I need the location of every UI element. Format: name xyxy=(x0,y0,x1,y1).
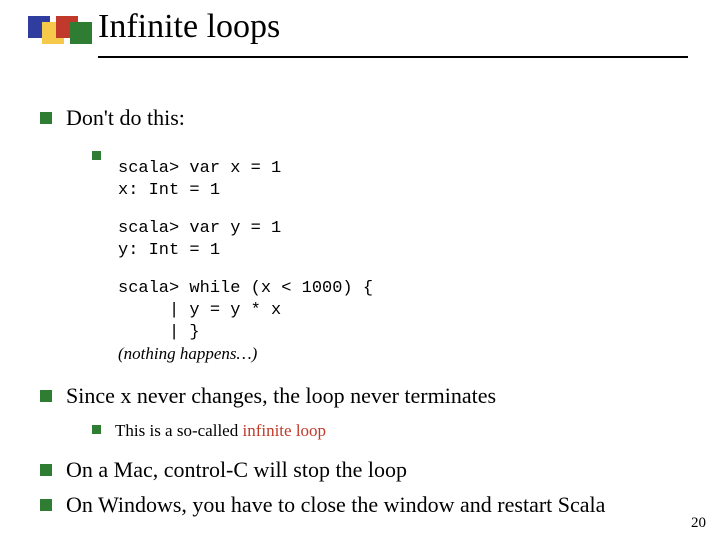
bullet-icon xyxy=(92,151,101,160)
bullet-windows: On Windows, you have to close the window… xyxy=(40,491,690,519)
bullet-infinite-loop: This is a so-called infinite loop xyxy=(92,420,690,442)
bullet-text: Don't do this: xyxy=(66,104,185,132)
logo-square-green xyxy=(70,22,92,44)
page-number: 20 xyxy=(691,515,706,532)
code-nothing-happens: (nothing happens…) xyxy=(118,344,690,364)
title-underline xyxy=(98,56,688,58)
code-block-1: scala> var x = 1 x: Int = 1 xyxy=(118,158,690,202)
slide-body: Don't do this: scala> var x = 1 x: Int =… xyxy=(40,96,690,519)
bullet-text: On a Mac, control-C will stop the loop xyxy=(66,456,407,484)
bullet-text-pre: This is a so-called xyxy=(115,421,242,440)
bullet-icon xyxy=(40,464,52,476)
slide-title: Infinite loops xyxy=(98,8,280,46)
bullet-icon xyxy=(40,499,52,511)
code-block-3: scala> while (x < 1000) { | y = y * x | … xyxy=(118,278,690,344)
bullet-text: Since x never changes, the loop never te… xyxy=(66,382,496,410)
bullet-text: This is a so-called infinite loop xyxy=(115,420,326,442)
bullet-dont-do-this: Don't do this: xyxy=(40,104,690,132)
logo xyxy=(28,16,84,52)
bullet-mac: On a Mac, control-C will stop the loop xyxy=(40,456,690,484)
slide: Infinite loops Don't do this: scala> var… xyxy=(0,0,720,540)
bullet-icon xyxy=(40,390,52,402)
bullet-text-red: infinite loop xyxy=(242,421,326,440)
bullet-text: On Windows, you have to close the window… xyxy=(66,491,605,519)
code-block-2: scala> var y = 1 y: Int = 1 xyxy=(118,218,690,262)
bullet-icon xyxy=(40,112,52,124)
bullet-never-terminates: Since x never changes, the loop never te… xyxy=(40,382,690,410)
bullet-icon xyxy=(92,425,101,434)
